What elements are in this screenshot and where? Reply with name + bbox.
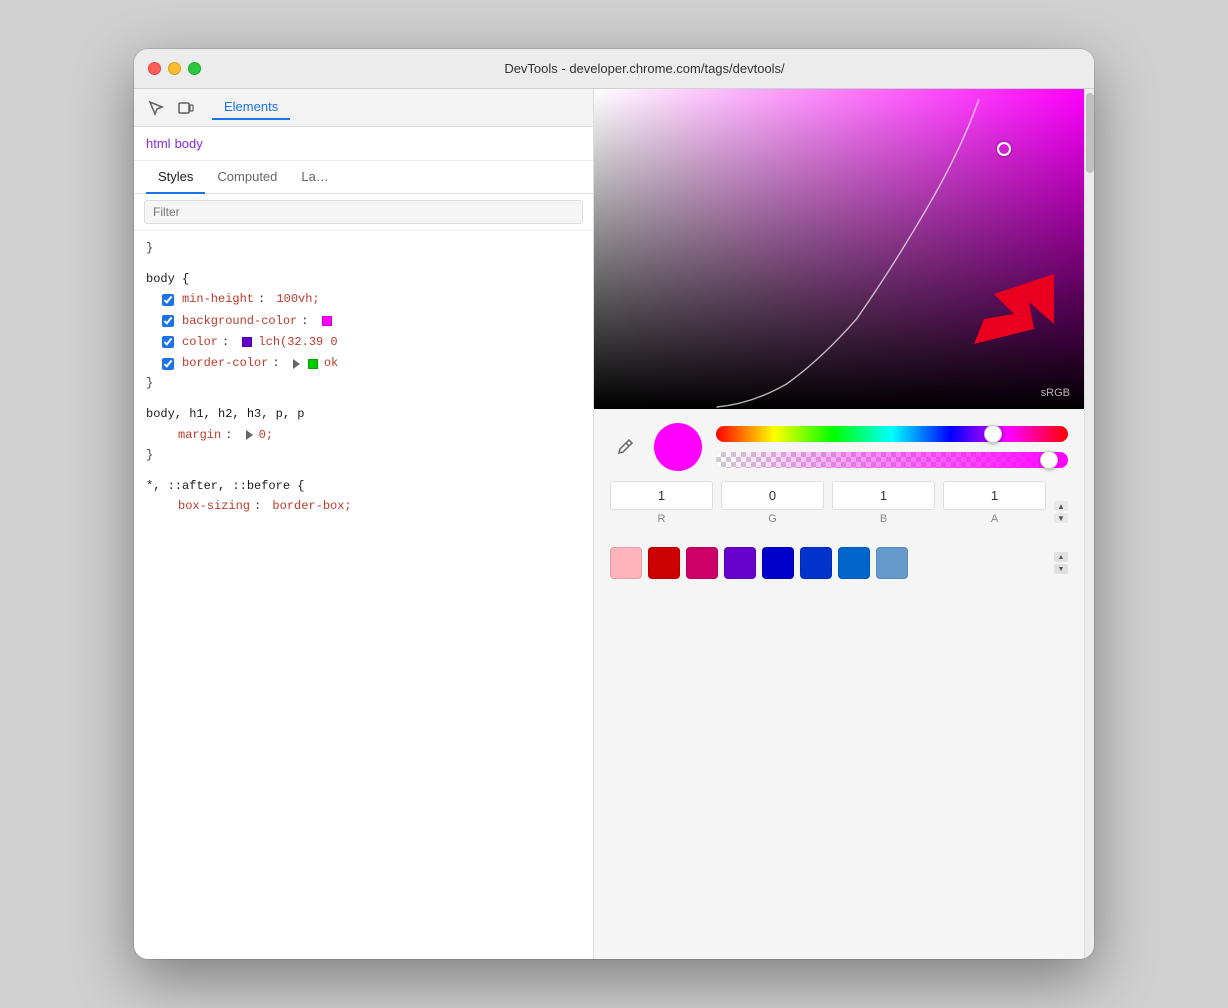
swatches-spinners: ▲ ▼ <box>1054 552 1068 574</box>
color-swatch[interactable] <box>242 337 252 347</box>
filter-input[interactable] <box>144 200 583 224</box>
device-toggle-icon[interactable] <box>174 96 198 120</box>
hue-thumb[interactable] <box>984 425 1002 443</box>
window-title: DevTools - developer.chrome.com/tags/dev… <box>209 61 1080 76</box>
checkbox-background-color[interactable] <box>162 315 174 327</box>
right-scrollbar[interactable] <box>1084 89 1094 959</box>
rgba-spinner-down[interactable]: ▼ <box>1054 513 1068 523</box>
triangle-icon-margin[interactable] <box>246 430 253 440</box>
left-panel: Elements html body Styles Computed La… <box>134 89 594 959</box>
checkbox-color[interactable] <box>162 336 174 348</box>
inspect-icon[interactable] <box>144 96 168 120</box>
toolbar-tabs: Elements <box>212 95 290 120</box>
rgba-label-a: A <box>991 513 998 525</box>
css-content[interactable]: } body { min-height : 100vh; background-… <box>134 231 593 959</box>
swatch-spinner-down[interactable]: ▼ <box>1054 564 1068 574</box>
rgba-field-b: B <box>832 481 935 525</box>
color-picker-panel: sRGB <box>594 89 1084 959</box>
devtools-body: Elements html body Styles Computed La… <box>134 89 1094 959</box>
swatch-medium-blue[interactable] <box>800 547 832 579</box>
swatch-pink[interactable] <box>610 547 642 579</box>
eyedropper-button[interactable] <box>610 432 640 462</box>
styles-tabs: Styles Computed La… <box>134 161 593 194</box>
rgba-field-a: A <box>943 481 1046 525</box>
title-bar: DevTools - developer.chrome.com/tags/dev… <box>134 49 1094 89</box>
rgba-label-r: R <box>658 513 666 525</box>
swatch-spinner-up[interactable]: ▲ <box>1054 552 1068 562</box>
swatch-blue[interactable] <box>762 547 794 579</box>
swatches-row: ▲ ▼ <box>594 539 1084 587</box>
rgba-label-b: B <box>880 513 887 525</box>
rgba-input-a[interactable] <box>943 481 1046 510</box>
devtools-window: DevTools - developer.chrome.com/tags/dev… <box>134 49 1094 959</box>
traffic-lights <box>148 62 201 75</box>
prop-background-color: background-color : <box>146 311 581 332</box>
color-gradient[interactable]: sRGB <box>594 89 1084 409</box>
color-preview <box>654 423 702 471</box>
scrollbar-thumb[interactable] <box>1086 93 1094 173</box>
color-picker-cursor[interactable] <box>997 142 1011 156</box>
swatch-steel-blue[interactable] <box>876 547 908 579</box>
prop-min-height: min-height : 100vh; <box>146 289 581 310</box>
prop-color: color : lch(32.39 0 <box>146 332 581 353</box>
alpha-thumb[interactable] <box>1040 451 1058 469</box>
css-rule-body: body { min-height : 100vh; background-co… <box>146 270 581 393</box>
minimize-button[interactable] <box>168 62 181 75</box>
prop-margin: margin : 0; <box>146 425 581 446</box>
swatch-royal-blue[interactable] <box>838 547 870 579</box>
breadcrumb-html[interactable]: html <box>146 136 171 151</box>
prop-box-sizing: box-sizing : border-box; <box>146 496 581 517</box>
rgba-label-g: G <box>768 513 777 525</box>
devtools-toolbar: Elements <box>134 89 593 127</box>
hue-slider[interactable] <box>716 426 1068 442</box>
checkbox-min-height[interactable] <box>162 294 174 306</box>
picker-controls: R G B A ▲ ▼ <box>594 409 1084 539</box>
maximize-button[interactable] <box>188 62 201 75</box>
css-rule-brace: } <box>146 239 581 258</box>
tab-layout[interactable]: La… <box>289 161 340 194</box>
rgba-input-b[interactable] <box>832 481 935 510</box>
background-color-swatch[interactable] <box>322 316 332 326</box>
swatch-hot-pink[interactable] <box>686 547 718 579</box>
close-button[interactable] <box>148 62 161 75</box>
rgba-field-g: G <box>721 481 824 525</box>
rgba-input-g[interactable] <box>721 481 824 510</box>
srgb-label: sRGB <box>1041 387 1070 399</box>
filter-bar <box>134 194 593 231</box>
rgba-spinner-up[interactable]: ▲ <box>1054 501 1068 511</box>
swatch-red[interactable] <box>648 547 680 579</box>
sliders-area <box>716 426 1068 468</box>
rgba-spinners: ▲ ▼ <box>1054 501 1068 523</box>
picker-row1 <box>610 423 1068 471</box>
border-color-swatch[interactable] <box>308 359 318 369</box>
tab-styles[interactable]: Styles <box>146 161 205 194</box>
breadcrumb-body[interactable]: body <box>175 136 203 151</box>
prop-border-color: border-color : ok <box>146 353 581 374</box>
css-rule-star: *, ::after, ::before { box-sizing : bord… <box>146 477 581 517</box>
alpha-slider[interactable] <box>716 452 1068 468</box>
rgba-field-r: R <box>610 481 713 525</box>
rgba-input-r[interactable] <box>610 481 713 510</box>
css-rule-body-h1: body, h1, h2, h3, p, p margin : 0; } <box>146 405 581 465</box>
swatch-purple[interactable] <box>724 547 756 579</box>
rgba-inputs: R G B A ▲ ▼ <box>610 481 1068 525</box>
checkbox-border-color[interactable] <box>162 358 174 370</box>
elements-tab[interactable]: Elements <box>212 95 290 120</box>
triangle-icon-border[interactable] <box>293 359 300 369</box>
breadcrumb: html body <box>134 127 593 161</box>
tab-computed[interactable]: Computed <box>205 161 289 194</box>
